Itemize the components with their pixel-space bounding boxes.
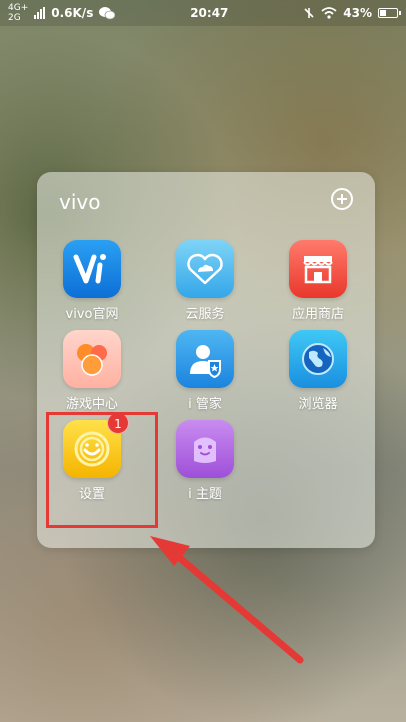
annotation-arrow — [150, 536, 304, 664]
